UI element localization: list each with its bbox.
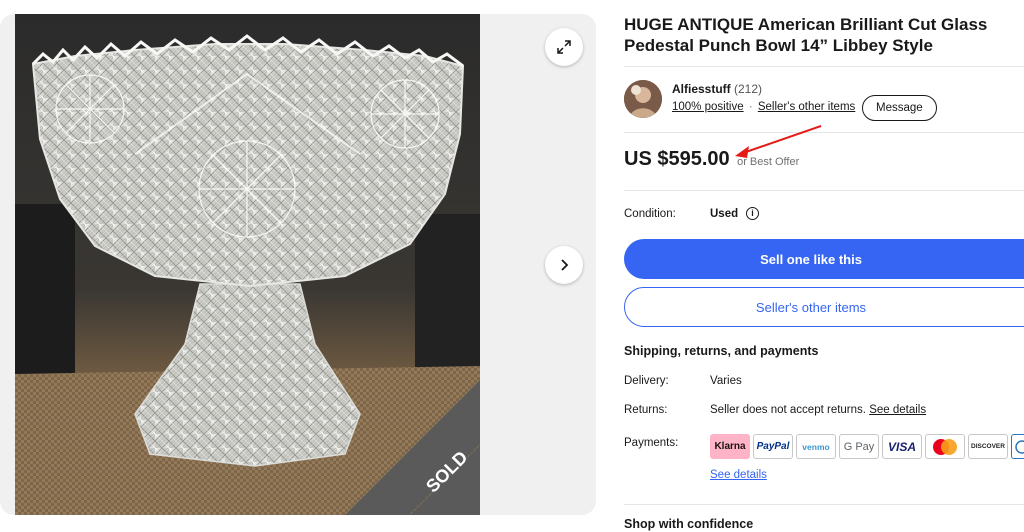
message-button[interactable]: Message [862,95,937,121]
positive-feedback-link[interactable]: 100% positive [672,101,744,113]
listing-title: HUGE ANTIQUE American Brilliant Cut Glas… [624,15,988,55]
amex-icon [1011,434,1024,459]
avatar-image [624,80,662,118]
condition-label: Condition: [624,208,676,220]
discover-label: DISCOVER [971,443,1005,450]
divider [624,66,1024,67]
mastercard-icon [925,434,965,459]
visa-label: VISA [887,439,916,454]
returns-see-details-link[interactable]: See details [869,404,926,416]
divider [624,190,1024,191]
info-icon[interactable]: i [746,207,759,220]
mastercard-logo [933,438,957,455]
delivery-value: Varies [710,375,742,387]
sell-one-like-this-button[interactable]: Sell one like this [624,239,1024,279]
google-pay-label: G Pay [843,440,875,453]
returns-value-line: Seller does not accept returns. See deta… [710,404,926,416]
divider [624,504,1024,505]
delivery-label: Delivery: [624,375,669,387]
paypal-icon: PayPal [753,434,793,459]
shop-with-confidence-heading: Shop with confidence [624,517,754,531]
annotation-arrow-icon [735,125,822,158]
discover-icon: DISCOVER [968,434,1008,459]
separator-dot: · [748,101,753,113]
seller-avatar[interactable] [624,80,662,118]
condition-value: Used [710,208,739,220]
payments-see-details-link[interactable]: See details [710,469,767,481]
punch-bowl-image: SOLD [15,14,480,515]
klarna-icon: Klarna [710,434,750,459]
product-info: HUGE ANTIQUE American Brilliant Cut Glas… [624,14,1024,56]
seller-card: Alfiesstuff (212) 100% positive · Seller… [624,80,1024,124]
product-photo[interactable]: SOLD [15,14,480,515]
paypal-label: PayPal [756,441,790,452]
seller-feedback-count: (212) [734,82,763,96]
seller-other-items-button[interactable]: Seller's other items [624,287,1024,327]
next-image-button[interactable] [545,246,583,284]
expand-image-button[interactable] [545,28,583,66]
payment-methods: Klarna PayPal venmo G Pay VISA DISCOVER [710,434,1024,460]
chevron-right-icon [561,259,569,271]
seller-name[interactable]: Alfiesstuff [672,82,731,96]
image-gallery: SOLD [0,14,596,515]
visa-icon: VISA [882,434,922,459]
seller-other-items-link[interactable]: Seller's other items [758,101,855,113]
shipping-heading: Shipping, returns, and payments [624,344,819,358]
venmo-label: venmo [802,441,830,452]
returns-value: Seller does not accept returns. [710,404,866,416]
payments-label: Payments: [624,437,679,449]
sell-one-like-this-label: Sell one like this [760,251,862,267]
seller-links: 100% positive · Seller's other items [672,101,855,113]
expand-icon [557,40,571,54]
returns-label: Returns: [624,404,668,416]
klarna-label: Klarna [714,441,746,452]
price: US $595.00 [624,148,730,170]
venmo-icon: venmo [796,434,836,459]
seller-other-items-label: Seller's other items [755,299,867,315]
seller-name-line: Alfiesstuff (212) [672,82,762,96]
amex-logo [1015,439,1024,454]
google-pay-icon: G Pay [839,434,879,459]
